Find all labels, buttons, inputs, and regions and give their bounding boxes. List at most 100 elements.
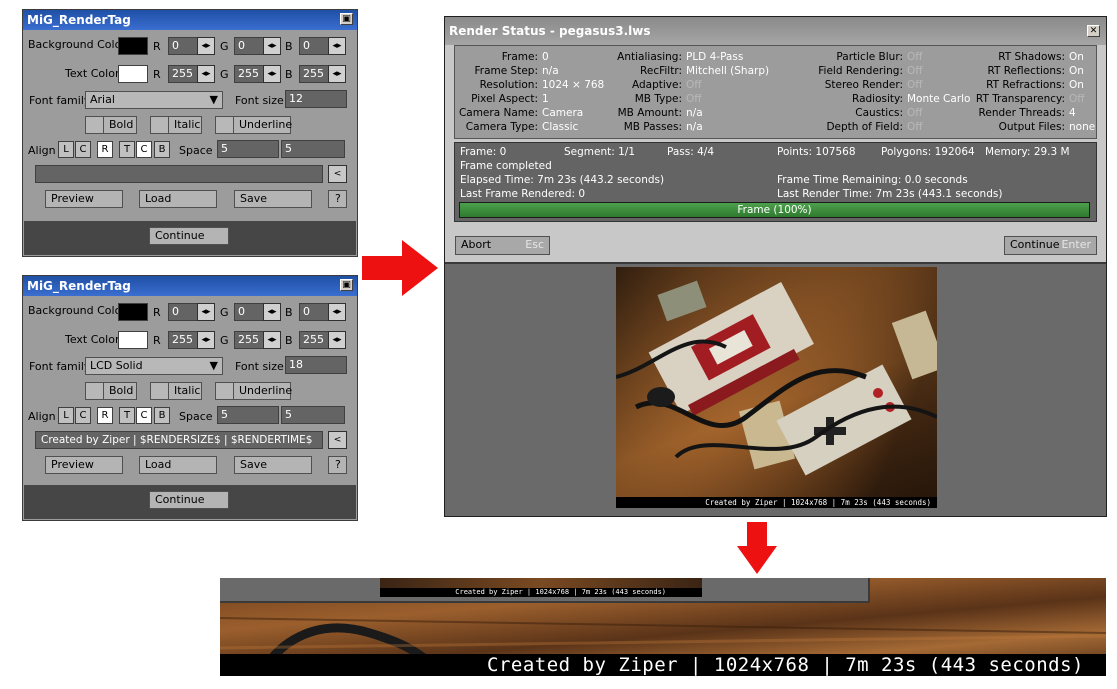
help-button[interactable]: ?: [328, 456, 347, 474]
align-bottom[interactable]: B: [154, 141, 170, 158]
text-g-field[interactable]: 255: [234, 65, 264, 83]
text-g-stepper-icon[interactable]: ◂▸: [263, 331, 281, 349]
text-b-stepper-icon[interactable]: ◂▸: [328, 331, 346, 349]
save-button[interactable]: Save: [234, 190, 312, 208]
bg-r-stepper-icon[interactable]: ◂▸: [197, 37, 215, 55]
setting-value: Classic: [542, 121, 579, 133]
setting-value: On: [1069, 51, 1084, 63]
space-y-field[interactable]: 5: [281, 406, 345, 424]
chevron-down-icon: ▼: [209, 359, 218, 372]
back-button[interactable]: <: [328, 165, 347, 183]
setting-value: Off: [907, 79, 923, 91]
back-button[interactable]: <: [328, 431, 347, 449]
text-b-field[interactable]: 255: [299, 65, 329, 83]
continue-render-button[interactable]: Continue Enter: [1004, 236, 1097, 255]
abort-key: Esc: [525, 238, 544, 251]
text-r-stepper-icon[interactable]: ◂▸: [197, 65, 215, 83]
font-size-field[interactable]: 18: [285, 356, 347, 374]
underline-toggle[interactable]: Underline: [215, 382, 292, 400]
bg-r-field[interactable]: 0: [168, 37, 198, 55]
italic-label: Italic: [174, 384, 201, 397]
font-family-value: LCD Solid: [90, 359, 143, 372]
setting-value: n/a: [686, 121, 703, 133]
render-tag-panel-bottom: MiG_RenderTag ▣ Background Color R 0 ◂▸ G…: [22, 275, 358, 521]
align-bottom[interactable]: B: [154, 407, 170, 424]
bg-b-field[interactable]: 0: [299, 303, 329, 321]
italic-toggle[interactable]: Italic: [150, 116, 202, 134]
memory-stat: Memory: 29.3 M: [985, 146, 1070, 158]
align-middle[interactable]: C: [136, 141, 152, 158]
bg-color-swatch[interactable]: [118, 303, 148, 321]
setting-label: Depth of Field:: [826, 121, 903, 133]
bg-color-swatch[interactable]: [118, 37, 148, 55]
align-top[interactable]: T: [119, 141, 135, 158]
underline-toggle[interactable]: Underline: [215, 116, 292, 134]
bg-color-label: Background Color: [28, 304, 126, 317]
arrow-right-icon: [362, 240, 438, 296]
space-x-field[interactable]: 5: [217, 406, 279, 424]
rendered-image: Created by Ziper | 1024x768 | 7m 23s (44…: [616, 267, 937, 508]
text-g-stepper-icon[interactable]: ◂▸: [263, 65, 281, 83]
font-size-field[interactable]: 12: [285, 90, 347, 108]
bold-toggle[interactable]: Bold: [85, 382, 137, 400]
font-size-label: Font size: [235, 94, 284, 107]
last-render-time-text: Last Render Time: 7m 23s (443.1 seconds): [777, 188, 1003, 200]
help-button[interactable]: ?: [328, 190, 347, 208]
continue-button[interactable]: Continue: [149, 491, 229, 509]
preview-button[interactable]: Preview: [45, 190, 123, 208]
setting-value: n/a: [542, 65, 559, 77]
window-menu-icon[interactable]: ▣: [340, 13, 353, 25]
bg-g-field[interactable]: 0: [234, 303, 264, 321]
render-title-bar: Render Status - pegasus3.lws ✕: [445, 17, 1106, 45]
align-center[interactable]: C: [75, 141, 91, 158]
italic-toggle[interactable]: Italic: [150, 382, 202, 400]
tag-text-field[interactable]: Created by Ziper | $RENDERSIZE$ | $RENDE…: [35, 431, 323, 449]
align-middle[interactable]: C: [136, 407, 152, 424]
g-label: G: [220, 334, 229, 347]
text-color-swatch[interactable]: [118, 331, 148, 349]
text-b-stepper-icon[interactable]: ◂▸: [328, 65, 346, 83]
align-left[interactable]: L: [58, 407, 74, 424]
bg-g-stepper-icon[interactable]: ◂▸: [263, 303, 281, 321]
setting-label: RT Refractions:: [986, 79, 1065, 91]
align-top[interactable]: T: [119, 407, 135, 424]
bg-b-field[interactable]: 0: [299, 37, 329, 55]
bg-g-field[interactable]: 0: [234, 37, 264, 55]
load-button[interactable]: Load: [139, 456, 217, 474]
text-r-stepper-icon[interactable]: ◂▸: [197, 331, 215, 349]
setting-value: none: [1069, 121, 1096, 133]
align-left[interactable]: L: [58, 141, 74, 158]
tag-text-field[interactable]: [35, 165, 323, 183]
preview-button[interactable]: Preview: [45, 456, 123, 474]
save-button[interactable]: Save: [234, 456, 312, 474]
panel-footer: Continue: [24, 221, 356, 255]
bg-g-stepper-icon[interactable]: ◂▸: [263, 37, 281, 55]
console-photo-icon: [616, 267, 937, 508]
time-remaining-text: Frame Time Remaining: 0.0 seconds: [777, 174, 968, 186]
continue-button[interactable]: Continue: [149, 227, 229, 245]
window-menu-icon[interactable]: ▣: [340, 279, 353, 291]
space-x-field[interactable]: 5: [217, 140, 279, 158]
align-right[interactable]: R: [97, 407, 113, 424]
font-family-dropdown[interactable]: Arial ▼: [85, 91, 223, 109]
text-r-field[interactable]: 255: [168, 331, 198, 349]
bg-b-stepper-icon[interactable]: ◂▸: [328, 37, 346, 55]
space-y-field[interactable]: 5: [281, 140, 345, 158]
polygons-stat: Polygons: 192064: [881, 146, 975, 158]
abort-button[interactable]: Abort Esc: [455, 236, 550, 255]
bold-toggle[interactable]: Bold: [85, 116, 137, 134]
align-right[interactable]: R: [97, 141, 113, 158]
load-button[interactable]: Load: [139, 190, 217, 208]
bg-r-field[interactable]: 0: [168, 303, 198, 321]
align-center[interactable]: C: [75, 407, 91, 424]
bold-label: Bold: [109, 118, 134, 131]
bg-r-stepper-icon[interactable]: ◂▸: [197, 303, 215, 321]
text-color-swatch[interactable]: [118, 65, 148, 83]
bg-b-stepper-icon[interactable]: ◂▸: [328, 303, 346, 321]
text-r-field[interactable]: 255: [168, 65, 198, 83]
close-icon[interactable]: ✕: [1087, 25, 1100, 37]
font-family-dropdown[interactable]: LCD Solid ▼: [85, 357, 223, 375]
text-b-field[interactable]: 255: [299, 331, 329, 349]
setting-value: Off: [686, 93, 702, 105]
text-g-field[interactable]: 255: [234, 331, 264, 349]
